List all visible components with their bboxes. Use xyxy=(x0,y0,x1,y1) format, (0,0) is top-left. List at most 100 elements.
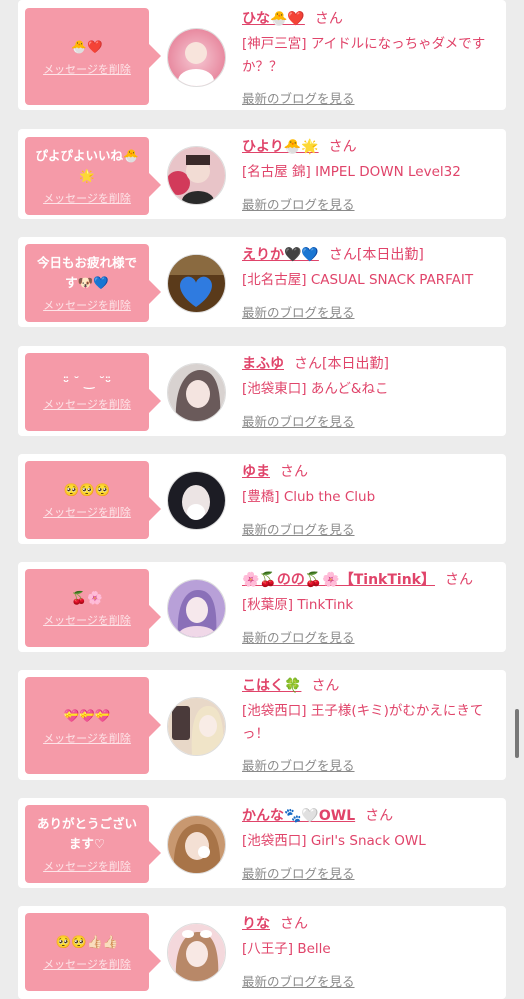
message-text: 今日もお疲れ様です🐶💙 xyxy=(36,255,137,290)
delete-message-link[interactable]: メッセージを削除 xyxy=(43,61,131,77)
latest-blog-link[interactable]: 最新のブログを見る xyxy=(242,755,355,774)
honorific: さん xyxy=(294,356,322,372)
cast-name-link[interactable]: ゆま xyxy=(242,464,270,480)
cast-info: ひより🐣🌟 さん [名古屋 錦] IMPEL DOWN Level32 最新のブロ… xyxy=(242,138,500,212)
cast-card: 🍒🌸 メッセージを削除 🌸🍒のの🍒🌸【TinkTink】 さん [秋葉原] Tin… xyxy=(18,562,506,652)
cast-info: まふゆ さん[本日出勤] [池袋東口] あんど&ねこ 最新のブログを見る xyxy=(242,355,500,429)
cast-card: ありがとうございます♡ メッセージを削除 かんな🐾🤍OWL さん [池袋西口] G… xyxy=(18,798,506,888)
cast-card: ᵕ̈ ˘ ‿ ˘ᵕ̈ メッセージを削除 まふゆ さん[本日出勤] [池袋東口] あ… xyxy=(18,346,506,436)
cast-card: 🥺🥺🥺 メッセージを削除 ゆま さん [豊橋] Club the Club 最新の… xyxy=(18,454,506,544)
latest-blog-link[interactable]: 最新のブログを見る xyxy=(242,971,355,990)
message-bubble: 🥺🥺👍🏻👍🏻 メッセージを削除 xyxy=(25,913,161,991)
avatar-photo xyxy=(168,698,225,755)
avatar-photo xyxy=(168,472,225,529)
cast-name-link[interactable]: かんな🐾🤍OWL xyxy=(242,808,355,824)
message-bubble: ありがとうございます♡ メッセージを削除 xyxy=(25,805,161,883)
shop-name: [八王子] Belle xyxy=(242,941,331,957)
shop-name: [池袋西口] Girl's Snack OWL xyxy=(242,833,426,849)
cast-name-link[interactable]: ひより🐣🌟 xyxy=(242,139,319,155)
delete-message-link[interactable]: メッセージを削除 xyxy=(43,858,131,874)
shop-name: [神戸三宮] アイドルになっちゃダメですか？？ xyxy=(242,36,486,75)
message-text: ぴよぴよいいね🐣🌟 xyxy=(35,148,139,183)
avatar[interactable] xyxy=(167,923,226,982)
cast-card: 🐣❤️ メッセージを削除 ひな🐣❤️ さん [神戸三宮] アイドルになっちゃダメで… xyxy=(18,0,506,110)
shop-name: [豊橋] Club the Club xyxy=(242,489,376,505)
avatar[interactable] xyxy=(167,146,226,205)
message-text: ᵕ̈ ˘ ‿ ˘ᵕ̈ xyxy=(62,374,112,389)
avatar[interactable] xyxy=(167,697,226,756)
honorific: さん xyxy=(280,464,308,480)
message-bubble: ᵕ̈ ˘ ‿ ˘ᵕ̈ メッセージを削除 xyxy=(25,353,161,431)
latest-blog-link[interactable]: 最新のブログを見る xyxy=(242,194,355,213)
avatar[interactable] xyxy=(167,28,226,87)
shop-name: [秋葉原] TinkTink xyxy=(242,597,354,613)
honorific: さん xyxy=(444,572,473,588)
cast-name-link[interactable]: りな xyxy=(242,916,270,932)
message-text: ありがとうございます♡ xyxy=(36,816,137,851)
delete-message-link[interactable]: メッセージを削除 xyxy=(43,396,131,412)
shop-name: [池袋東口] あんど&ねこ xyxy=(242,381,389,397)
latest-blog-link[interactable]: 最新のブログを見る xyxy=(242,411,355,430)
message-text: 🥺🥺👍🏻👍🏻 xyxy=(55,934,119,949)
latest-blog-link[interactable]: 最新のブログを見る xyxy=(242,88,355,107)
cast-name-link[interactable]: 🌸🍒のの🍒🌸【TinkTink】 xyxy=(242,572,435,588)
shop-name: [北名古屋] CASUAL SNACK PARFAIT xyxy=(242,272,474,288)
cast-name-link[interactable]: まふゆ xyxy=(242,356,284,372)
delete-message-link[interactable]: メッセージを削除 xyxy=(43,730,131,746)
cast-card: 今日もお疲れ様です🐶💙 メッセージを削除 えりか🖤💙 さん[本日出勤] [北名古屋… xyxy=(18,237,506,327)
honorific: さん xyxy=(314,11,343,27)
cast-info: えりか🖤💙 さん[本日出勤] [北名古屋] CASUAL SNACK PARFAI… xyxy=(242,246,500,320)
message-bubble: 🐣❤️ メッセージを削除 xyxy=(25,8,161,105)
message-text: 🥺🥺🥺 xyxy=(63,482,111,497)
avatar[interactable] xyxy=(167,254,226,313)
avatar[interactable] xyxy=(167,471,226,530)
message-text: 🍒🌸 xyxy=(71,590,103,605)
message-text: 🐣❤️ xyxy=(71,38,103,54)
avatar[interactable] xyxy=(167,815,226,874)
honorific: さん xyxy=(328,247,357,263)
cast-name-link[interactable]: こはく🍀 xyxy=(242,678,301,694)
avatar-photo xyxy=(168,29,225,86)
latest-blog-link[interactable]: 最新のブログを見る xyxy=(242,627,355,646)
delete-message-link[interactable]: メッセージを削除 xyxy=(43,504,131,520)
cast-info: ゆま さん [豊橋] Club the Club 最新のブログを見る xyxy=(242,463,500,537)
avatar[interactable] xyxy=(167,363,226,422)
cast-info: りな さん [八王子] Belle 最新のブログを見る xyxy=(242,915,500,989)
message-bubble: 💝💝💝 メッセージを削除 xyxy=(25,677,161,774)
message-text: 💝💝💝 xyxy=(63,707,111,723)
message-bubble: 🍒🌸 メッセージを削除 xyxy=(25,569,161,647)
delete-message-link[interactable]: メッセージを削除 xyxy=(43,190,131,206)
honorific: さん xyxy=(280,916,308,932)
delete-message-link[interactable]: メッセージを削除 xyxy=(43,956,131,972)
honorific: さん xyxy=(328,139,357,155)
status-text: [本日出勤] xyxy=(322,356,389,372)
avatar[interactable] xyxy=(167,579,226,638)
cast-card: ぴよぴよいいね🐣🌟 メッセージを削除 ひより🐣🌟 さん [名古屋 錦] IMPEL… xyxy=(18,129,506,219)
latest-blog-link[interactable]: 最新のブログを見る xyxy=(242,302,355,321)
delete-message-link[interactable]: メッセージを削除 xyxy=(43,297,131,313)
honorific: さん xyxy=(365,808,394,824)
honorific: さん xyxy=(311,678,340,694)
cast-info: 🌸🍒のの🍒🌸【TinkTink】 さん [秋葉原] TinkTink 最新のブログ… xyxy=(242,571,500,645)
scrollbar[interactable] xyxy=(515,709,519,758)
message-bubble: 🥺🥺🥺 メッセージを削除 xyxy=(25,461,161,539)
delete-message-link[interactable]: メッセージを削除 xyxy=(43,612,131,628)
shop-name: [池袋西口] 王子様(キミ)がむかえにきてっ！ xyxy=(242,703,484,742)
shop-name: [名古屋 錦] IMPEL DOWN Level32 xyxy=(242,164,461,180)
latest-blog-link[interactable]: 最新のブログを見る xyxy=(242,863,355,882)
cast-info: こはく🍀 さん [池袋西口] 王子様(キミ)がむかえにきてっ！ 最新のブログを見る xyxy=(242,677,500,773)
avatar-photo xyxy=(168,580,225,637)
cast-card: 💝💝💝 メッセージを削除 こはく🍀 さん [池袋西口] 王子様(キミ)がむかえにき… xyxy=(18,670,506,780)
avatar-photo xyxy=(168,924,225,981)
status-text: [本日出勤] xyxy=(356,247,424,263)
latest-blog-link[interactable]: 最新のブログを見る xyxy=(242,519,355,538)
message-bubble: 今日もお疲れ様です🐶💙 メッセージを削除 xyxy=(25,244,161,322)
cast-name-link[interactable]: えりか🖤💙 xyxy=(242,247,319,263)
cast-info: ひな🐣❤️ さん [神戸三宮] アイドルになっちゃダメですか？？ 最新のブログを見… xyxy=(242,10,500,106)
avatar-photo xyxy=(168,816,225,873)
message-bubble: ぴよぴよいいね🐣🌟 メッセージを削除 xyxy=(25,137,161,215)
avatar-photo xyxy=(168,147,225,204)
cast-name-link[interactable]: ひな🐣❤️ xyxy=(242,11,305,27)
cast-card: 🥺🥺👍🏻👍🏻 メッセージを削除 りな さん [八王子] Belle 最新のブログを… xyxy=(18,906,506,999)
avatar-photo xyxy=(168,364,225,421)
